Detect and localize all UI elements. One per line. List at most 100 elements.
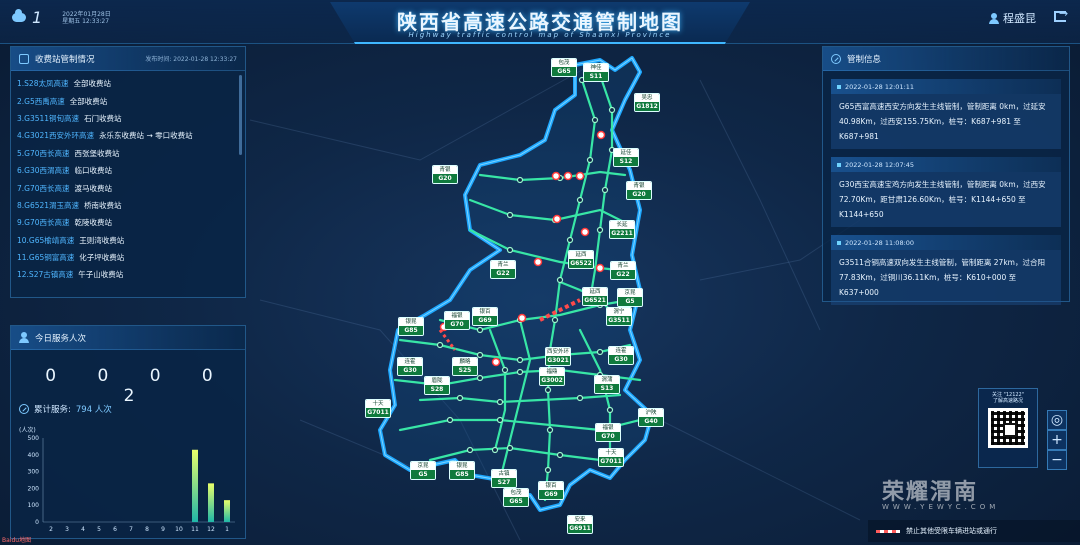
road-tag-code: G6521 [583,296,607,305]
toll-list-item[interactable]: 4.G3021西安外环高速 永乐东收费站 → 零口收费站 [17,127,245,144]
road-tag[interactable]: 神佳 S11 [583,63,609,82]
x-tick-label: 1 [225,526,229,533]
toll-status: 渡马收费站 [74,183,113,193]
road-tag-code: G3021 [546,356,570,365]
qr-code-image [988,408,1028,448]
y-tick-label: 0 [35,519,39,526]
road-tag[interactable]: 古镇 S27 [491,469,517,488]
road-tag-code: G6522 [569,259,593,268]
y-tick-label: 100 [28,502,40,509]
road-tag[interactable]: 福银 G70 [595,423,621,442]
road-tag-name: 青银 [627,182,651,190]
road-tag[interactable]: 福银 G70 [444,311,470,330]
toll-list-item[interactable]: 9.G70西长高速 乾陵收费站 [17,214,245,231]
zoom-out-button[interactable]: − [1047,450,1067,470]
top-header: 陕西省高速公路交通管制地图 Highway traffic control ma… [0,0,1080,44]
today-service-counter: 0 0 0 0 2 [45,366,231,406]
road-tag[interactable]: 渭宁 G3511 [606,307,632,326]
road-tag[interactable]: 银昆 G85 [449,461,475,480]
control-info-item[interactable]: 2022-01-28 12:01:11 G65西富高速西安方向发生主线管制，管制距… [831,79,1061,149]
toll-status: 全部收费站 [73,79,111,89]
zoom-in-button[interactable]: + [1047,430,1067,450]
road-tag-name: 长延 [610,221,634,229]
qr-code-box[interactable]: 关注 "12122" 了解高速路况 [978,388,1038,468]
road-tag[interactable]: 包茂 G65 [503,488,529,507]
road-tag-code: S12 [614,157,638,166]
road-tag[interactable]: 银百 G69 [538,481,564,500]
toll-status: 王则湾收费站 [79,235,125,245]
datetime: 2022年01月28日 星期五 12:33:27 [62,11,111,25]
road-tag[interactable]: 京昆 G5 [410,461,436,480]
road-tag[interactable]: 眉陇 S28 [424,376,450,395]
y-tick-label: 200 [28,485,40,492]
road-tag[interactable]: 青兰 G22 [610,261,636,280]
forbidden-icon [831,53,841,64]
toll-status: 西张堡收费站 [74,148,120,158]
toll-list-item[interactable]: 7.G70西长高速 渡马收费站 [17,179,245,196]
road-tag[interactable]: 长延 G2211 [609,220,635,239]
user-profile[interactable]: 程盛昆 [989,10,1036,26]
locate-button[interactable]: ◎ [1047,410,1067,430]
toll-list-item[interactable]: 12.S27古镇高速 午子山收费站 [17,266,245,283]
road-tag[interactable]: 银百 G69 [472,307,498,326]
road-tag-name: 包茂 [504,489,528,497]
toll-list-item[interactable]: 2.G5西禹高速 全部收费站 [17,92,245,109]
toll-list-item[interactable]: 6.G30西渭高速 临口收费站 [17,162,245,179]
road-tag[interactable]: 十天 G7011 [365,399,391,418]
road-tag[interactable]: 连霍 G30 [608,346,634,365]
road-tag[interactable]: 延西 G6522 [568,250,594,269]
road-tag[interactable]: 青兰 G22 [490,260,516,279]
control-panel-title: 管制信息 [847,54,882,65]
road-tag[interactable]: 包茂 G65 [551,58,577,77]
road-tag[interactable]: 十天 G7011 [598,448,624,467]
toll-list-item[interactable]: 3.G3511铜旬高速 石门收费站 [17,110,245,127]
road-tag[interactable]: 京昆 G5 [617,288,643,307]
road-tag[interactable]: 延佳 S12 [613,148,639,167]
road-tag-code: G30 [609,355,633,364]
toll-list-scrollbar[interactable] [239,75,242,155]
road-tag[interactable]: 连霍 G30 [397,357,423,376]
toll-list-item[interactable]: 5.G70西长高速 西张堡收费站 [17,145,245,162]
x-tick-label: 3 [65,526,69,533]
logout-icon[interactable] [1054,7,1068,22]
qr-title: 关注 "12122" 了解高速路况 [979,392,1037,404]
control-info-item[interactable]: 2022-01-28 11:08:00 G3511合铜高速双向发生主线管制，管制距… [831,235,1061,305]
road-tag-name: 麟略 [453,358,477,366]
publish-time-value: 2022-01-28 12:33:27 [173,56,237,63]
road-tag-name: 吴忠 [635,94,659,102]
road-tag[interactable]: 麟略 S25 [452,357,478,376]
road-tag[interactable]: 吴忠 G1812 [634,93,660,112]
road-tag-name: 延佳 [614,149,638,157]
road-tag[interactable]: 青银 G20 [626,181,652,200]
road-tag-name: 银百 [539,482,563,490]
weather-widget: 1 2022年01月28日 星期五 12:33:27 [12,8,111,27]
x-tick-label: 6 [113,526,117,533]
road-tag-name: 安来 [568,516,592,524]
toll-list-item[interactable]: 11.G65铜富高速 化子坪收费站 [17,249,245,266]
road-tag-code: G1812 [635,102,659,111]
road-tag[interactable]: 西安外环 G3021 [545,347,571,366]
road-tag[interactable]: 安来 G6911 [567,515,593,534]
baidu-map-logo: Baidu地图 [2,537,32,544]
road-tag[interactable]: 沪陕 G40 [638,408,664,427]
toll-status: 乾陵收费站 [74,218,113,228]
road-tag-name: 延西 [569,251,593,259]
y-tick-label: 400 [28,452,40,459]
road-tag-name: 包茂 [552,59,576,67]
toll-list-item[interactable]: 10.G65榆靖高速 王则湾收费站 [17,232,245,249]
control-time: 2022-01-28 12:01:11 [845,82,915,91]
publish-time: 发布时间: 2022-01-28 12:33:27 [145,54,237,63]
road-tag[interactable]: 福鼎 G3002 [539,367,565,386]
toll-list-item[interactable]: 8.G6521渭玉高速 桥南收费站 [17,197,245,214]
road-tag[interactable]: 青银 G20 [432,165,458,184]
toll-list-item[interactable]: 1.S28太凤高速 全部收费站 [17,75,245,92]
road-tag[interactable]: 延西 G6521 [582,287,608,306]
road-tag[interactable]: 渭蒲 S13 [594,375,620,394]
plus-icon: + [1051,432,1063,448]
road-tag[interactable]: 银昆 G85 [398,317,424,336]
road-tag-code: G7011 [599,457,623,466]
road-tag-name: 渭蒲 [595,376,619,384]
control-info-item[interactable]: 2022-01-28 12:07:45 G30西宝高速宝鸡方向发生主线管制，管制距… [831,157,1061,227]
toll-status: 永乐东收费站 → 零口收费站 [99,131,193,141]
road-tag-name: 银昆 [450,462,474,470]
